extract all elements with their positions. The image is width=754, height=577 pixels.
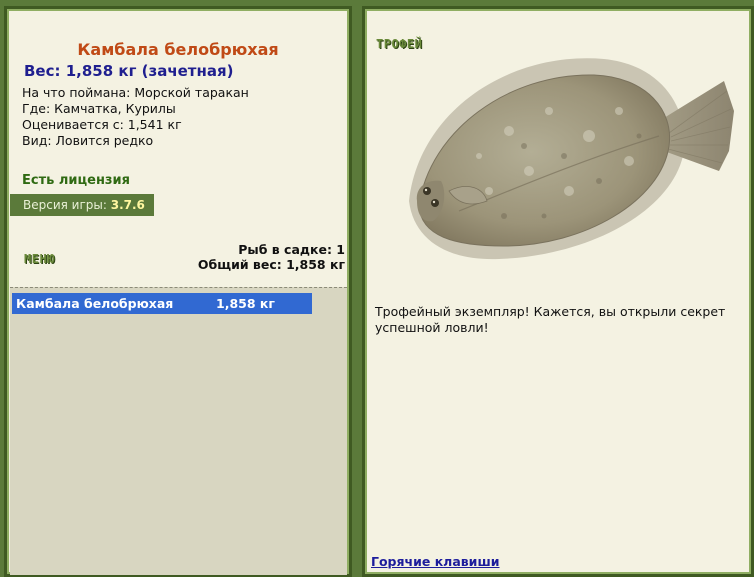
flounder-fish-image [409,58,734,260]
list-item-name: Камбала белобрюхая [16,296,174,311]
trophy-message: Трофейный экземпляр! Кажется, вы открыли… [375,304,726,335]
fish-weight: Вес: 1,858 кг (зачетная) [24,62,234,80]
cage-fish-list: Камбала белобрюхая 1,858 кг [10,287,347,575]
menu-button[interactable]: МЕНЮ [24,252,55,266]
list-item[interactable]: Камбала белобрюхая 1,858 кг [12,293,312,314]
game-version: Версия игры: 3.7.6 [10,194,154,216]
trophy-panel: ТРОФЕЙ Трофейный экземпляр! Кажется, вы … [362,6,754,577]
fish-info-panel: Камбала белобрюхая Вес: 1,858 кг (зачетн… [4,6,352,577]
version-label: Версия игры: [23,198,107,212]
fish-valued-from: Оценивается с: 1,541 кг [22,117,182,132]
version-value: 3.7.6 [110,198,145,212]
caught-on-bait: На что поймана: Морской таракан [22,85,249,100]
fish-title: Камбала белобрюхая [77,40,279,59]
cage-fish-count: Рыб в садке: 1 [238,242,345,257]
list-item-weight: 1,858 кг [216,296,275,311]
fish-location: Где: Камчатка, Курилы [22,101,176,116]
license-status: Есть лицензия [22,173,130,188]
cage-total-weight: Общий вес: 1,858 кг [197,257,345,272]
hotkeys-link[interactable]: Горячие клавиши [371,554,499,569]
fish-kind: Вид: Ловится редко [22,133,154,148]
